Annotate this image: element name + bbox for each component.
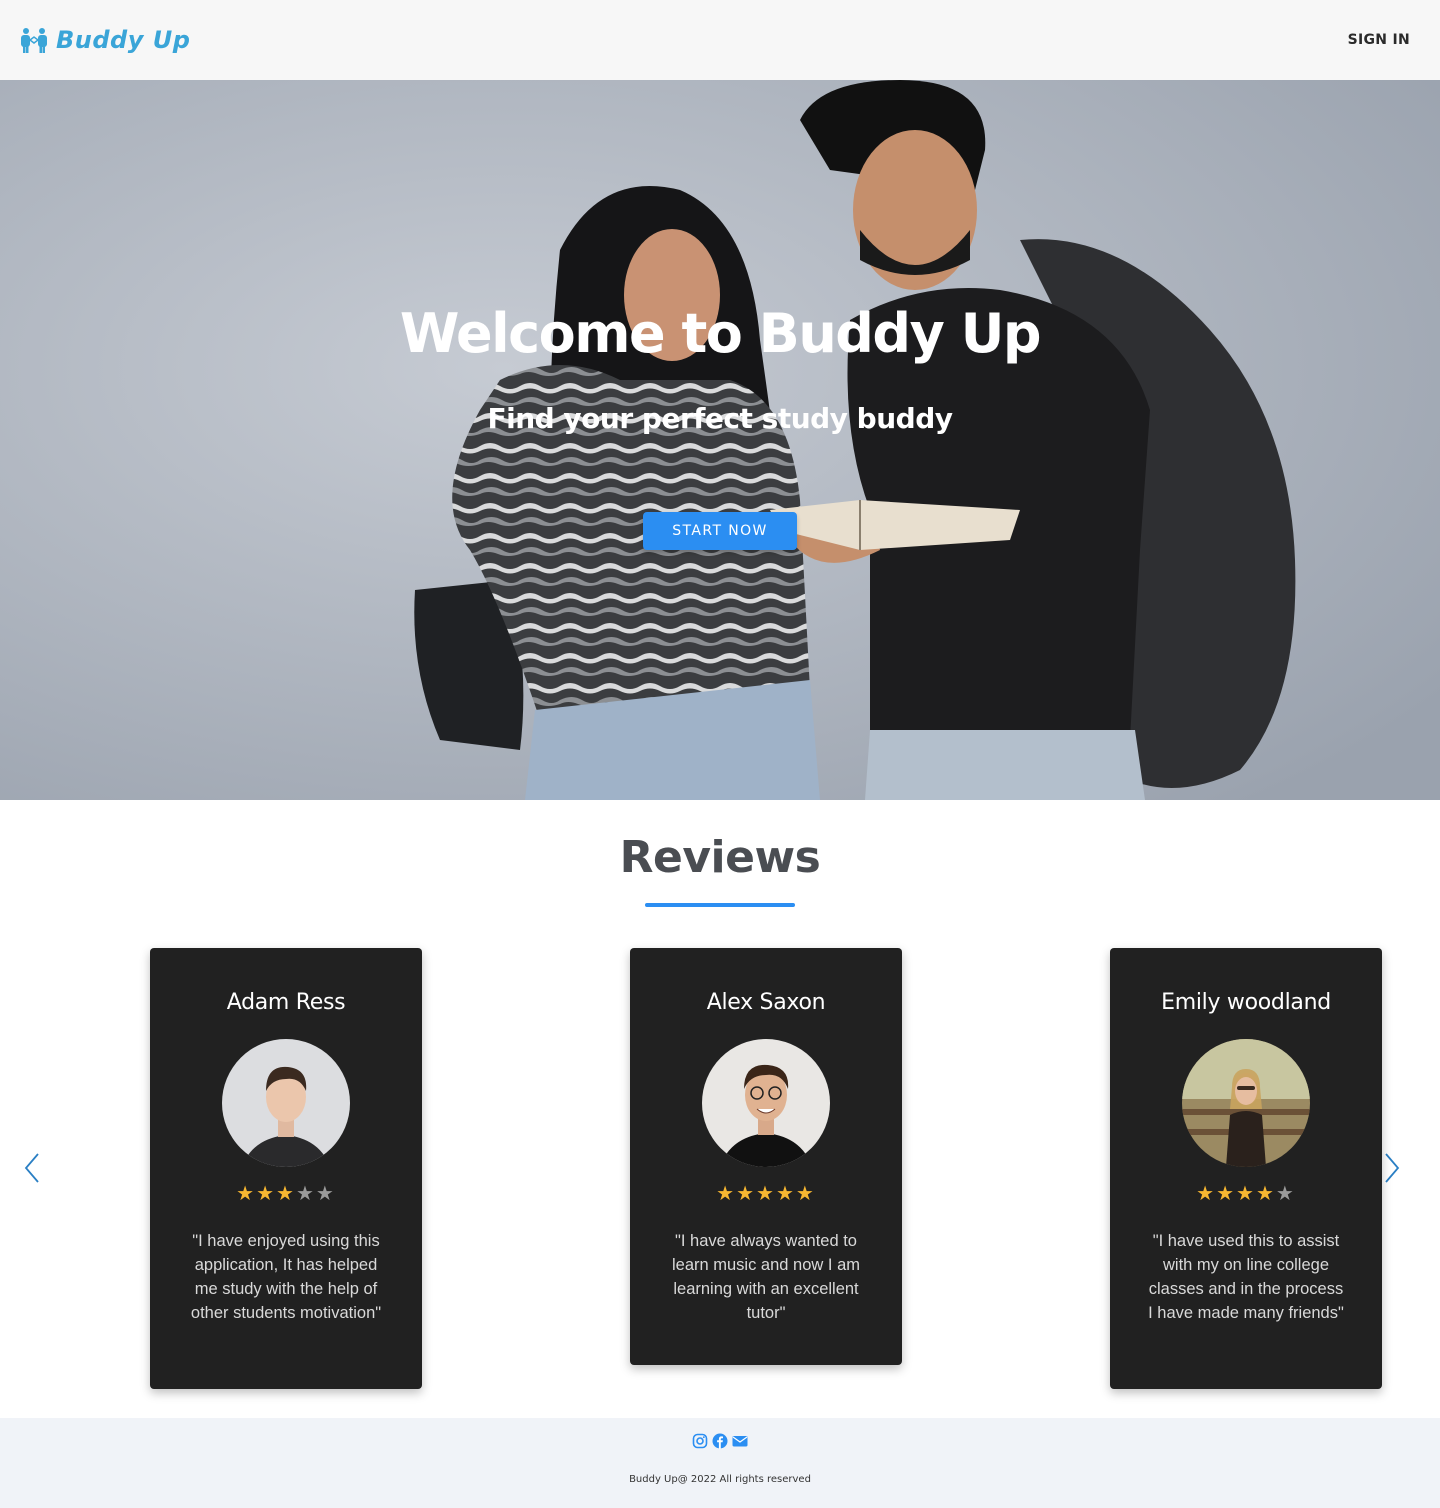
top-navbar: Buddy Up SIGN IN xyxy=(0,0,1440,80)
star-filled-icon: ★ xyxy=(1196,1183,1217,1205)
rating-stars: ★★★★★ xyxy=(150,1181,422,1207)
carousel-prev-arrow-icon[interactable] xyxy=(22,1152,42,1184)
hero-title: Welcome to Buddy Up xyxy=(399,302,1042,365)
hero-section: Welcome to Buddy Up Find your perfect st… xyxy=(0,80,1440,800)
review-text: "I have used this to assist with my on l… xyxy=(1148,1232,1344,1322)
review-card-adam-ress: Adam Ress ★★★★★ "I have enjoyed using th… xyxy=(150,948,422,1389)
rating-stars: ★★★★★ xyxy=(1110,1181,1382,1207)
reviewer-avatar xyxy=(222,1039,350,1167)
hero-background-image xyxy=(0,80,1440,800)
review-text: "I have always wanted to learn music and… xyxy=(671,1232,860,1322)
facebook-icon[interactable] xyxy=(712,1433,728,1449)
star-filled-icon: ★ xyxy=(236,1183,257,1205)
star-filled-icon: ★ xyxy=(256,1183,277,1205)
star-filled-icon: ★ xyxy=(276,1183,296,1205)
star-filled-icon: ★ xyxy=(736,1183,757,1205)
star-filled-icon: ★ xyxy=(1216,1183,1237,1205)
star-empty-icon: ★ xyxy=(1275,1183,1296,1205)
reviewer-name: Adam Ress xyxy=(226,990,346,1015)
star-filled-icon: ★ xyxy=(1255,1183,1276,1205)
star-filled-icon: ★ xyxy=(756,1183,776,1205)
buddies-icon xyxy=(21,28,47,53)
review-text: "I have enjoyed using this application, … xyxy=(190,1232,382,1322)
instagram-icon[interactable] xyxy=(692,1433,708,1449)
brand-name: Buddy Up xyxy=(56,26,191,54)
reviewer-name: Emily woodland xyxy=(1161,990,1331,1015)
reviewer-avatar xyxy=(702,1039,830,1167)
star-filled-icon: ★ xyxy=(716,1183,737,1205)
star-filled-icon: ★ xyxy=(775,1183,796,1205)
reviewer-name: Alex Saxon xyxy=(706,990,826,1015)
copyright-text: Buddy Up@ 2022 All rights reserved xyxy=(629,1474,811,1485)
carousel-next-arrow-icon[interactable] xyxy=(1382,1152,1402,1184)
sign-in-link[interactable]: SIGN IN xyxy=(1348,32,1410,48)
rating-stars: ★★★★★ xyxy=(630,1181,902,1207)
reviews-heading: Reviews xyxy=(619,832,821,883)
star-filled-icon: ★ xyxy=(795,1183,816,1205)
star-empty-icon: ★ xyxy=(295,1183,316,1205)
mail-icon[interactable] xyxy=(732,1433,748,1449)
star-filled-icon: ★ xyxy=(1236,1183,1256,1205)
hero-subtitle: Find your perfect study buddy xyxy=(487,402,953,435)
reviews-heading-underline xyxy=(645,903,795,907)
review-card-emily-woodland: Emily woodland ★★★★★ "I have used this t… xyxy=(1110,948,1382,1389)
brand-logo-link[interactable]: Buddy Up xyxy=(20,26,190,54)
star-empty-icon: ★ xyxy=(315,1183,336,1205)
start-now-button[interactable]: START NOW xyxy=(643,512,797,550)
social-links xyxy=(692,1433,748,1449)
site-footer: Buddy Up@ 2022 All rights reserved xyxy=(0,1418,1440,1508)
reviewer-avatar xyxy=(1182,1039,1310,1167)
review-card-alex-saxon: Alex Saxon ★★★★★ "I have always wanted t… xyxy=(630,948,902,1365)
